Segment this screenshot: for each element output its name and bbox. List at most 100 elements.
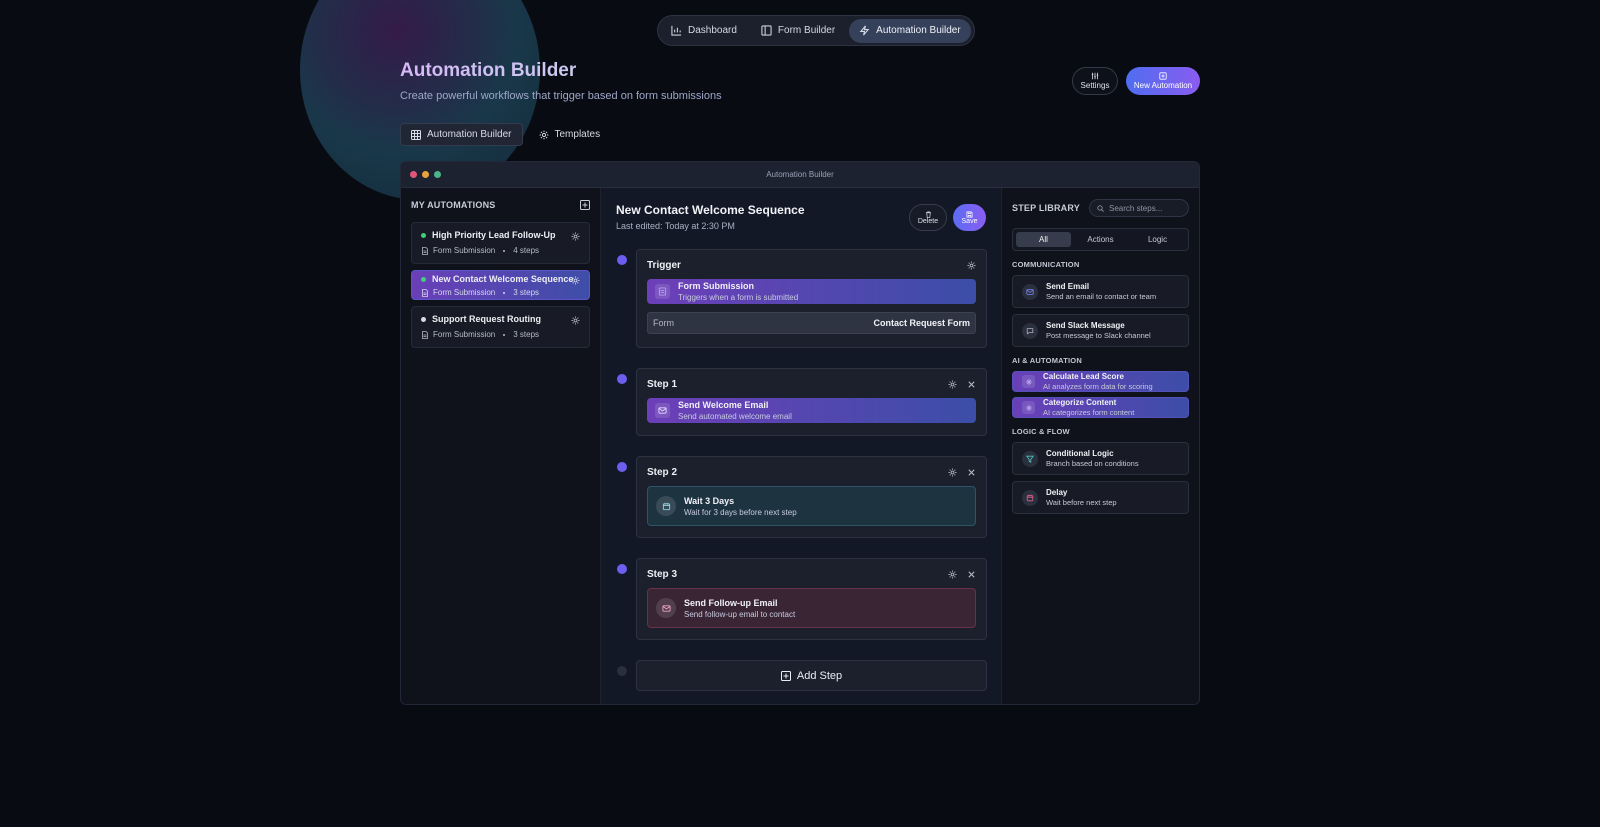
automation-name: New Contact Welcome Sequence [432,274,574,284]
timeline-dot [617,255,627,265]
step-title: Step 1 [647,379,678,390]
automation-steps: 3 steps [513,330,540,339]
top-nav: Dashboard Form Builder Automation Builde… [657,15,975,46]
trigger-title: Trigger [647,260,681,271]
library-item-lead-score[interactable]: Calculate Lead Score AI analyzes form da… [1012,371,1189,392]
grid-icon [411,129,421,140]
chat-icon [1022,322,1038,339]
form-icon [655,284,670,299]
gear-icon[interactable] [948,570,957,579]
close-icon[interactable] [967,380,976,389]
step-action-desc: Send automated welcome email [678,412,792,421]
page-title: Automation Builder [400,60,722,82]
my-automations-title: MY AUTOMATIONS [411,200,496,210]
sliders-icon [1091,72,1099,81]
library-item-desc: Post message to Slack channel [1046,331,1151,340]
category-title: LOGIC & FLOW [1012,427,1070,436]
timeline-dot [617,666,627,676]
search-box[interactable] [1089,199,1189,217]
gear-icon[interactable] [967,261,976,270]
library-item-name: Send Email [1046,282,1090,291]
filter-actions[interactable]: Actions [1073,232,1128,247]
library-item-delay[interactable]: Delay Wait before next step [1012,481,1189,514]
filter-all[interactable]: All [1016,232,1071,247]
library-item-name: Calculate Lead Score [1043,372,1124,381]
library-item-desc: AI analyzes form data for scoring [1043,382,1153,391]
filter-logic[interactable]: Logic [1130,232,1185,247]
step-action-desc: Wait for 3 days before next step [684,507,797,517]
close-icon[interactable] [967,468,976,477]
minimize-dot[interactable] [422,171,429,178]
new-automation-button[interactable]: New Automation [1126,67,1200,95]
gear-icon[interactable] [571,232,580,241]
library-item-desc: AI categorizes form content [1043,408,1135,417]
automation-item[interactable]: Support Request Routing Form Submission … [411,306,590,348]
filter-icon [1022,450,1038,467]
automation-trigger: Form Submission [433,246,496,255]
layout-icon [761,25,772,36]
plus-square-icon [1159,72,1167,81]
library-item-name: Send Slack Message [1046,321,1125,330]
search-input[interactable] [1109,203,1184,213]
timeline-dot [617,374,627,384]
gear-icon[interactable] [571,316,580,325]
gear-icon[interactable] [948,380,957,389]
step-action[interactable]: Send Welcome Email Send automated welcom… [647,398,976,423]
header-actions: Settings New Automation [1072,67,1200,95]
automation-window: Automation Builder MY AUTOMATIONS High P… [400,161,1200,705]
tab-automation-builder[interactable]: Automation Builder [400,123,523,146]
add-step-button[interactable]: Add Step [636,660,987,691]
step-action-name: Send Welcome Email [678,400,769,410]
timeline-dot [617,462,627,472]
library-item-conditional[interactable]: Conditional Logic Branch based on condit… [1012,442,1189,475]
automation-item[interactable]: High Priority Lead Follow-Up Form Submis… [411,222,590,264]
library-item-send-slack[interactable]: Send Slack Message Post message to Slack… [1012,314,1189,347]
calendar-icon [1022,489,1038,506]
automation-steps: 4 steps [513,246,540,255]
library-item-categorize[interactable]: Categorize Content AI categorizes form c… [1012,397,1189,418]
step-action[interactable]: Send Follow-up Email Send follow-up emai… [647,588,976,628]
nav-automation-builder[interactable]: Automation Builder [849,18,971,43]
step-card: Step 2 Wait 3 Days Wait for 3 days befor… [636,456,987,538]
status-dot [421,276,426,282]
gear-icon[interactable] [571,276,580,285]
save-label: Save [961,217,978,225]
step-action-name: Wait 3 Days [684,495,735,506]
add-automation-icon[interactable] [580,200,590,210]
delete-button[interactable]: Delete [909,204,947,231]
library-item-send-email[interactable]: Send Email Send an email to contact or t… [1012,275,1189,308]
tab-templates[interactable]: Templates [529,123,611,146]
plus-square-icon [780,670,791,681]
trigger-action[interactable]: Form Submission Triggers when a form is … [647,279,976,304]
step-card: Step 1 Send Welcome Email Send automated… [636,368,987,436]
nav-dashboard[interactable]: Dashboard [661,19,747,43]
automation-steps: 3 steps [513,288,540,297]
mail-icon [1022,283,1038,300]
status-dot [421,232,426,238]
save-icon [966,211,973,218]
step-action[interactable]: Wait 3 Days Wait for 3 days before next … [647,486,976,526]
form-select[interactable]: Form Contact Request Form [647,312,976,334]
maximize-dot[interactable] [434,171,441,178]
mail-icon [656,598,676,618]
save-button[interactable]: Save [953,204,986,231]
delete-label: Delete [917,217,939,225]
trash-icon [925,211,932,218]
step-title: Step 2 [647,467,678,478]
step-title: Step 3 [647,569,678,580]
category-title: COMMUNICATION [1012,260,1080,269]
automation-item[interactable]: New Contact Welcome Sequence Form Submis… [411,270,590,300]
nav-automation-builder-label: Automation Builder [876,25,961,36]
close-dot[interactable] [410,171,417,178]
gear-icon[interactable] [948,468,957,477]
nav-form-builder[interactable]: Form Builder [751,19,845,43]
tab-templates-label: Templates [554,129,601,140]
library-item-name: Delay [1046,488,1068,497]
automation-trigger: Form Submission [433,330,496,339]
library-item-desc: Wait before next step [1046,498,1117,507]
close-icon[interactable] [967,570,976,579]
trigger-action-name: Form Submission [678,281,755,291]
settings-button[interactable]: Settings [1072,67,1118,95]
mail-icon [655,403,670,418]
page-header: Automation Builder Create powerful workf… [400,60,722,102]
